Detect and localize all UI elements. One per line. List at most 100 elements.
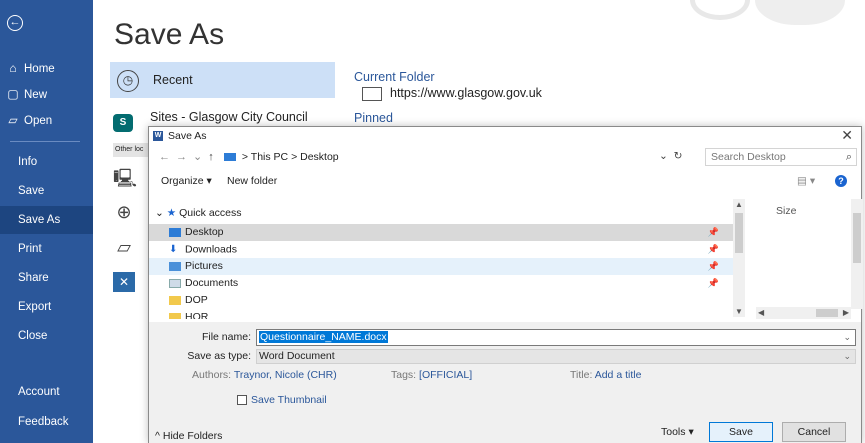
sidebar-item-export[interactable]: Export [0, 293, 93, 321]
scrollbar-thumb[interactable] [853, 213, 861, 263]
hide-folders-button[interactable]: ^ Hide Folders [155, 430, 222, 442]
current-folder-heading: Current Folder [354, 70, 435, 84]
this-pc-icon[interactable]: 🖳 [113, 168, 137, 188]
scroll-down-icon: ▼ [735, 307, 743, 316]
file-list-horizontal-scrollbar[interactable]: ◀ ▶ [756, 307, 851, 319]
nav-item-desktop[interactable]: Desktop 📌 [149, 224, 733, 241]
sidebar-item-home[interactable]: ⌂ Home [0, 54, 93, 82]
header-decoration [755, 0, 845, 25]
download-icon: ⬇ [169, 244, 178, 255]
close-icon[interactable]: ✕ [841, 127, 853, 144]
monitor-icon [224, 153, 236, 162]
breadcrumb-this-pc[interactable]: This PC [251, 151, 288, 163]
chevron-down-icon: ⌄ [659, 150, 668, 162]
network-location-icon[interactable]: ✕ [113, 272, 135, 292]
view-options-icon[interactable]: ▤ ▾ [797, 171, 815, 191]
browse-folder-icon[interactable]: ▱ [113, 237, 135, 257]
page-title: Save As [114, 18, 225, 51]
word-icon: W [153, 131, 163, 141]
dialog-title: Save As [168, 130, 207, 142]
header-decoration [690, 0, 750, 20]
new-document-icon: ▢ [7, 87, 19, 101]
title-field[interactable]: Title: Add a title [570, 369, 641, 381]
cancel-button[interactable]: Cancel [782, 422, 846, 442]
sidebar-item-save-as[interactable]: Save As [0, 206, 93, 234]
scroll-right-icon: ▶ [842, 308, 849, 317]
sidebar-item-open[interactable]: ▱ Open [0, 106, 93, 134]
clock-icon: ◷ [117, 70, 139, 92]
scrollbar-thumb[interactable] [735, 213, 743, 253]
folder-icon [169, 295, 181, 305]
save-thumbnail-checkbox[interactable]: Save Thumbnail [237, 394, 327, 406]
desktop-folder-icon [169, 227, 181, 237]
pictures-icon [169, 261, 181, 271]
chevron-up-icon: ^ [155, 430, 160, 442]
sidebar-item-info[interactable]: Info [0, 148, 93, 176]
pinned-heading: Pinned [354, 111, 393, 125]
nav-quick-access[interactable]: ⌄ ★ Quick access [149, 205, 733, 222]
current-folder-link[interactable]: https://www.glasgow.gov.uk [362, 86, 542, 101]
nav-item-documents[interactable]: Documents 📌 [149, 275, 733, 292]
back-icon: ← [159, 151, 176, 163]
sidebar-item-close[interactable]: Close [0, 322, 93, 350]
location-sites[interactable]: Sites - Glasgow City Council [150, 110, 308, 124]
expand-chevron-icon: ⌄ [155, 207, 164, 219]
help-icon[interactable]: ? [835, 175, 847, 187]
nav-pane-scrollbar[interactable]: ▲ ▼ [733, 199, 745, 317]
sidebar-item-print[interactable]: Print [0, 235, 93, 263]
pin-icon: 📌 [707, 227, 719, 237]
documents-icon [169, 278, 181, 288]
chevron-down-icon[interactable]: ⌄ [843, 330, 851, 345]
save-as-type-select[interactable]: Word Document ⌄ [256, 349, 856, 364]
address-bar[interactable]: > This PC > Desktop [221, 148, 701, 166]
new-folder-button[interactable]: New folder [227, 171, 277, 191]
sidebar-divider [10, 141, 80, 142]
back-arrow-icon[interactable]: ← [7, 15, 23, 31]
authors-field[interactable]: Authors: Traynor, Nicole (CHR) [192, 369, 337, 381]
file-list-pane: Size ◀ ▶ [756, 199, 863, 319]
sidebar-item-account[interactable]: Account [0, 378, 93, 406]
nav-item-downloads[interactable]: ⬇ Downloads 📌 [149, 241, 733, 258]
address-history-and-refresh[interactable]: ⌄ ↻ [659, 150, 682, 162]
sharepoint-icon: S [113, 114, 133, 132]
nav-item-pictures[interactable]: Pictures 📌 [149, 258, 733, 275]
file-name-input[interactable]: Questionnaire_NAME.docx ⌄ [256, 329, 856, 346]
navigation-bar: ←→⌄↑ > This PC > Desktop ⌄ ↻ Search Desk… [149, 146, 861, 168]
folder-icon [362, 86, 382, 101]
home-icon: ⌂ [9, 61, 17, 75]
chevron-down-icon: ⌄ [843, 351, 851, 361]
save-button[interactable]: Save [709, 422, 773, 442]
search-input[interactable]: Search Desktop ⌕ [705, 148, 857, 166]
forward-icon: → [176, 151, 193, 163]
organize-button[interactable]: Organize ▾ [161, 171, 212, 191]
sidebar-item-feedback[interactable]: Feedback [0, 408, 93, 436]
backstage-sidebar: ← ⌂ Home ▢ New ▱ Open Info Save Save As Pri… [0, 0, 93, 443]
tools-button[interactable]: Tools ▾ [661, 426, 694, 438]
scroll-left-icon: ◀ [758, 308, 765, 317]
checkbox[interactable] [237, 395, 247, 406]
scrollbar-thumb[interactable] [816, 309, 838, 317]
dialog-toolbar: Organize ▾ New folder ▤ ▾ ? [149, 171, 861, 191]
file-list-vertical-scrollbar[interactable] [851, 199, 863, 309]
nav-item-hor[interactable]: HOR [149, 309, 733, 319]
other-locations-label: Other loc [113, 143, 148, 157]
size-column-header[interactable]: Size [776, 205, 796, 217]
add-place-icon[interactable]: ⊕ [113, 202, 135, 222]
nav-item-dop[interactable]: DOP [149, 292, 733, 309]
breadcrumb-desktop[interactable]: Desktop [300, 151, 339, 163]
save-as-dialog: W Save As ✕ ←→⌄↑ > This PC > Desktop ⌄ ↻… [148, 126, 863, 443]
sidebar-item-share[interactable]: Share [0, 264, 93, 292]
navigation-pane: ⌄ ★ Quick access Desktop 📌 ⬇ Downloads 📌 Pi… [149, 199, 745, 319]
tags-field[interactable]: Tags: [OFFICIAL] [391, 369, 472, 381]
location-recent[interactable]: ◷ Recent [110, 62, 335, 98]
open-folder-icon: ▱ [8, 113, 18, 127]
sidebar-item-save[interactable]: Save [0, 177, 93, 205]
file-name-label: File name: [201, 331, 251, 343]
pin-icon: 📌 [707, 278, 719, 288]
folder-icon [169, 312, 181, 319]
sidebar-item-new[interactable]: ▢ New [0, 80, 93, 108]
pin-icon: 📌 [707, 244, 719, 254]
search-icon: ⌕ [845, 151, 852, 163]
nav-arrows[interactable]: ←→⌄↑ [159, 150, 220, 163]
dialog-titlebar[interactable]: W Save As ✕ [149, 127, 861, 145]
